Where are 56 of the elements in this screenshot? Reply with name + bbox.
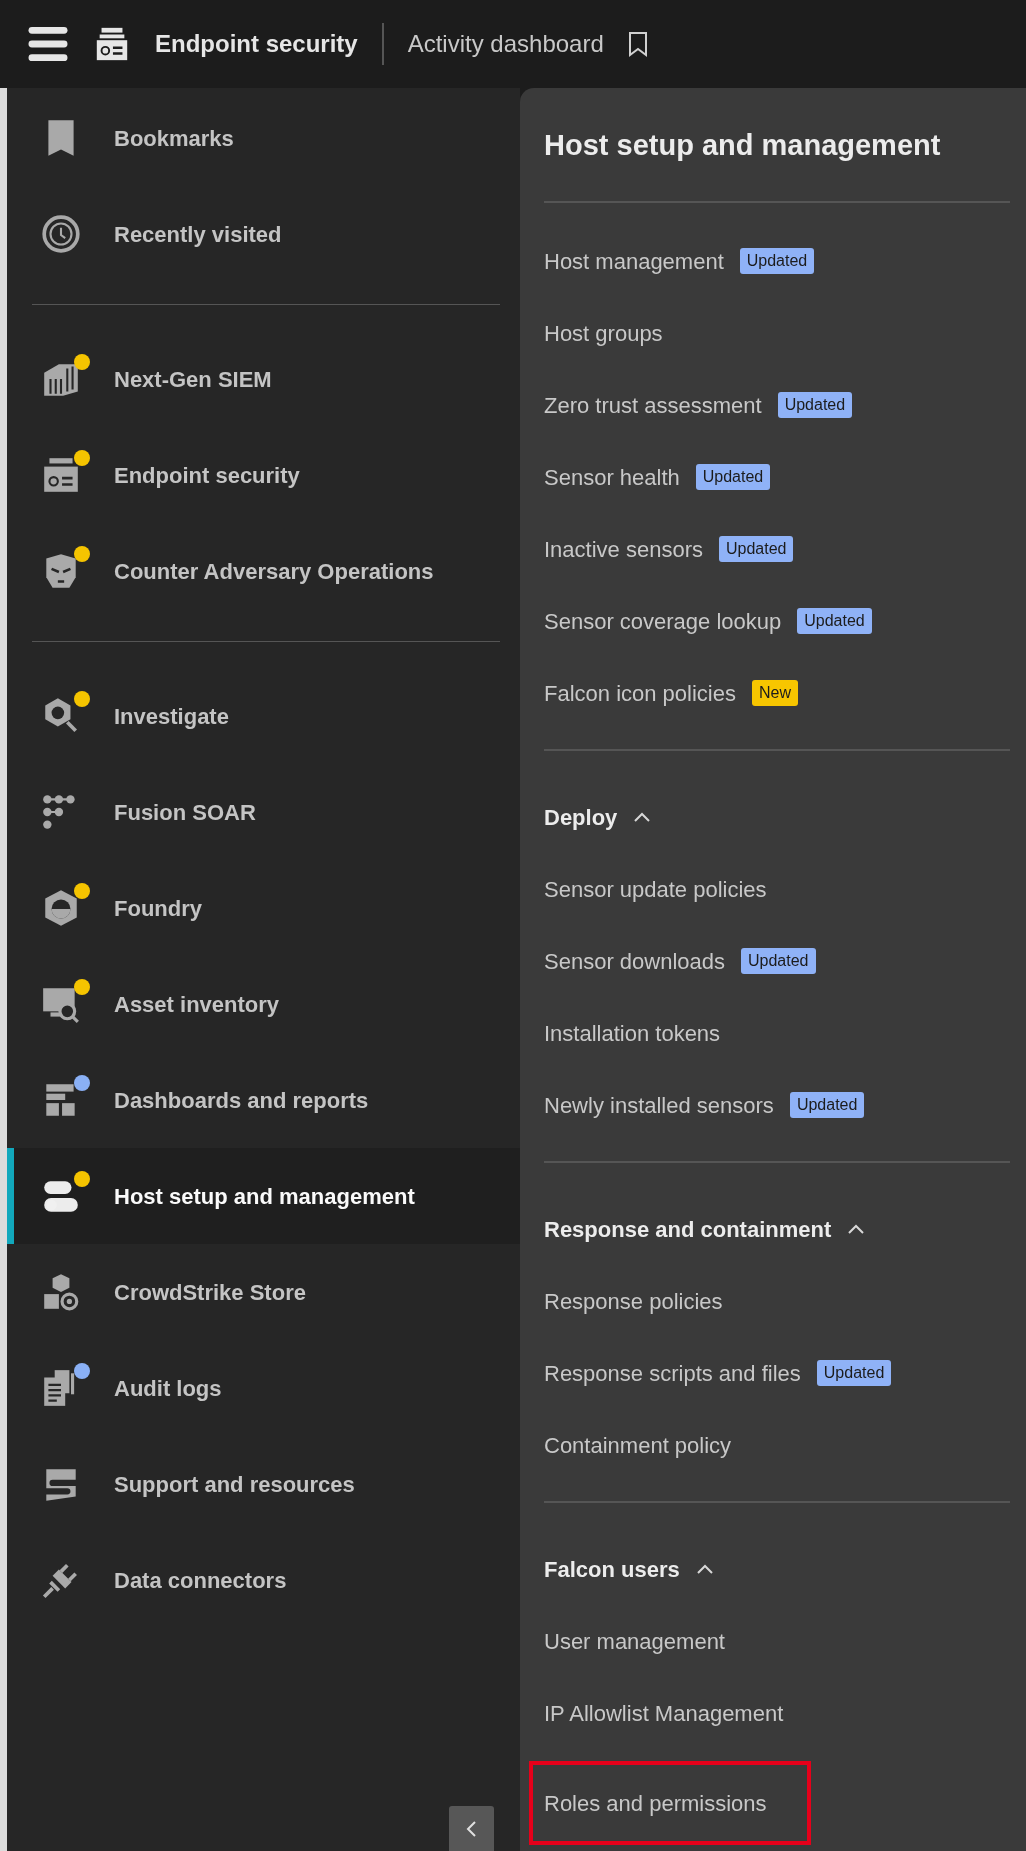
sidebar-item[interactable]: Fusion SOAR [7,764,520,860]
caret-up-icon [633,810,652,824]
menu-link[interactable]: Host management [544,244,724,278]
menu-link[interactable]: Inactive sensors [544,532,703,566]
sidebar-item[interactable]: Data connectors [7,1532,520,1628]
section-header[interactable]: Deploy [544,781,1010,853]
sidebar-item[interactable]: Audit logs [7,1340,520,1436]
chevron-left-icon [465,1819,478,1838]
sidebar-item[interactable]: Next-Gen SIEM [7,331,520,427]
status-tag: Updated [739,248,815,274]
sidebar-item[interactable]: Investigate [7,668,520,764]
menu-link[interactable]: Response policies [544,1284,723,1318]
menu-link[interactable]: Sensor health [544,460,680,494]
status-tag: Updated [789,1092,865,1118]
sidebar-item[interactable]: Endpoint security [7,427,520,523]
app-title: Endpoint security [155,29,358,59]
menu-link[interactable]: Zero trust assessment [544,388,762,422]
section-header[interactable]: Response and containment [544,1193,1010,1265]
sidebar-item[interactable]: Counter Adversary Operations [7,523,520,619]
bookmark-icon [627,31,648,57]
sidebar-item[interactable]: Dashboards and reports [7,1052,520,1148]
menu-button[interactable] [27,25,69,63]
section-header[interactable]: Falcon users [544,1533,1010,1605]
page-title: Activity dashboard [407,29,604,59]
menu-link[interactable]: Sensor downloads [544,944,725,978]
sidebar-item[interactable]: Host setup and management [7,1148,520,1244]
menu-link[interactable]: Installation tokens [544,1016,721,1050]
caret-up-icon [847,1222,866,1236]
panel-title: Host setup and management [544,128,942,164]
status-tag: Updated [777,392,853,418]
menu-link[interactable]: Sensor coverage lookup [544,604,782,638]
menu-link[interactable]: User management [544,1624,725,1658]
status-tag: Updated [816,1360,892,1386]
status-tag: Updated [797,608,872,634]
status-tag: New [752,680,798,706]
sidebar-item[interactable]: CrowdStrike Store [7,1244,520,1340]
menu-link[interactable]: Response scripts and files [544,1356,801,1390]
menu-link[interactable]: Sensor update policies [544,872,767,906]
sidebar-item[interactable]: Recently visited [7,186,520,282]
bookmark-button[interactable] [627,31,648,57]
menu-link[interactable]: IP Allowlist Management [544,1696,784,1730]
caret-up-icon [695,1562,714,1576]
sidebar-item[interactable]: Asset inventory [7,956,520,1052]
menu-link[interactable]: Falcon icon policies [544,676,736,710]
clock-icon [40,213,82,255]
menu-link[interactable]: Containment policy [544,1428,732,1462]
menu-link[interactable]: Newly installed sensors [544,1088,774,1122]
status-tag: Updated [695,464,771,490]
menu-icon [27,25,69,63]
status-tag: Updated [718,536,794,562]
sidebar-item[interactable]: Foundry [7,860,520,956]
menu-link[interactable]: Roles and permissions [544,1786,767,1820]
sidebar-item[interactable]: Support and resources [7,1436,520,1532]
status-tag: Updated [741,948,816,974]
menu-link[interactable]: Host groups [544,316,663,350]
sidebar-item[interactable]: Bookmarks [7,90,520,186]
